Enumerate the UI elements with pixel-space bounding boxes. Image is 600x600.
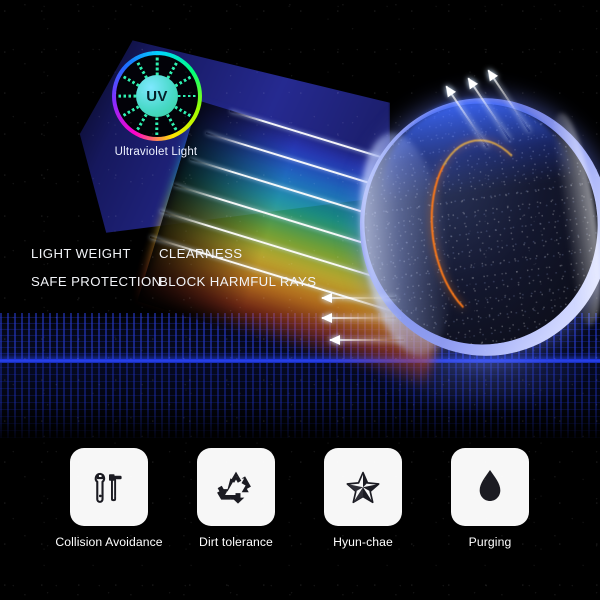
uv-ray bbox=[174, 105, 194, 118]
feature-icon-purging[interactable]: Purging bbox=[425, 448, 555, 549]
feature-icon-label: Collision Avoidance bbox=[55, 535, 163, 549]
feature-block-harmful-rays: BLOCK HARMFUL RAYS bbox=[159, 274, 317, 289]
feature-icon-label: Hyun-chae bbox=[333, 535, 393, 549]
uv-ray bbox=[178, 94, 198, 98]
feature-icon-label: Dirt tolerance bbox=[199, 535, 273, 549]
feature-icon-row: Collision Avoidance Dirt tolerance Hyun-ch… bbox=[0, 448, 600, 558]
ray-arrow bbox=[329, 335, 404, 345]
feature-icon-dirt-tolerance[interactable]: Dirt tolerance bbox=[171, 448, 301, 549]
uv-badge-inner: UV bbox=[116, 55, 198, 137]
feature-icon-label: Purging bbox=[468, 535, 512, 549]
wrench-hammer-icon bbox=[70, 448, 148, 526]
star-icon bbox=[324, 448, 402, 526]
uv-sun-icon: UV bbox=[136, 75, 178, 117]
arrow-shaft bbox=[322, 297, 396, 299]
uv-ray bbox=[155, 55, 159, 75]
feature-icon-collision-avoidance[interactable]: Collision Avoidance bbox=[44, 448, 174, 549]
product-infographic: UV Ultraviolet Light LIGHT WEIGHT CLEARN… bbox=[0, 0, 600, 600]
uv-ray bbox=[166, 113, 179, 133]
feature-light-weight: LIGHT WEIGHT bbox=[31, 246, 131, 261]
uv-ray bbox=[166, 59, 179, 79]
uv-ray bbox=[155, 117, 159, 137]
ray-arrow bbox=[321, 293, 396, 303]
uv-ray bbox=[116, 94, 136, 98]
uv-ray bbox=[120, 74, 140, 87]
feature-icon-hyun-chae[interactable]: Hyun-chae bbox=[298, 448, 428, 549]
uv-ray bbox=[120, 105, 140, 118]
uv-ray bbox=[135, 113, 148, 133]
recycle-icon bbox=[197, 448, 275, 526]
ray-arrow bbox=[321, 313, 396, 323]
feature-safe-protection: SAFE PROTECTION bbox=[31, 274, 162, 289]
arrow-head bbox=[321, 293, 332, 303]
uv-caption: Ultraviolet Light bbox=[114, 146, 198, 158]
uv-ray bbox=[135, 59, 148, 79]
uv-badge-text: UV bbox=[146, 87, 168, 105]
arrow-head bbox=[321, 313, 332, 323]
water-drop-icon bbox=[451, 448, 529, 526]
uv-badge: UV bbox=[112, 51, 202, 141]
arrow-shaft bbox=[322, 317, 396, 319]
feature-clearness: CLEARNESS bbox=[159, 246, 243, 261]
arrow-shaft bbox=[330, 339, 404, 341]
uv-ray bbox=[174, 74, 194, 87]
arrow-head bbox=[329, 335, 340, 345]
